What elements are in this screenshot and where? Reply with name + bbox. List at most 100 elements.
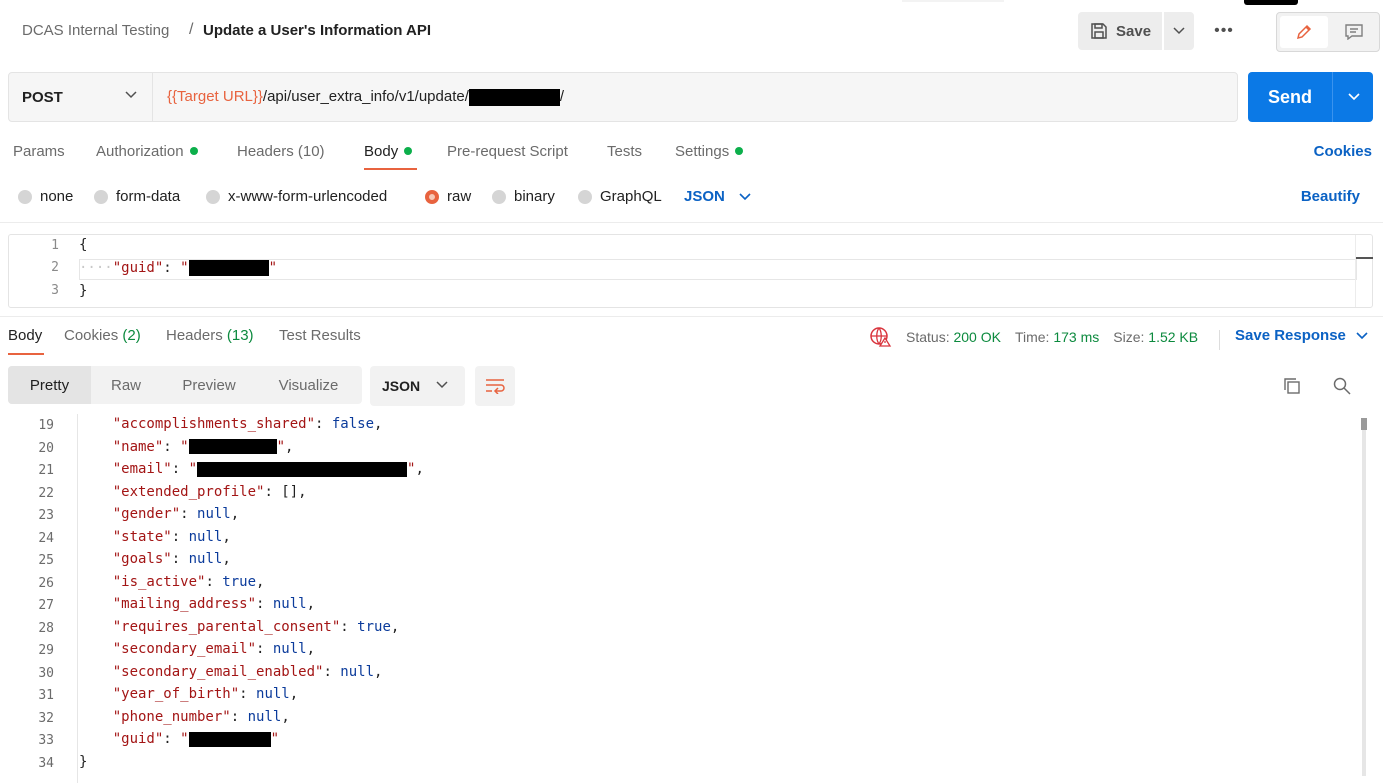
code-line: "guid": " " — [79, 731, 279, 747]
time-label: Time: — [1014, 329, 1050, 345]
line-number: 29 — [38, 643, 54, 658]
response-format-select[interactable]: JSON — [370, 366, 465, 406]
more-actions-button[interactable]: ••• — [1206, 12, 1242, 50]
tab-params[interactable]: Params — [13, 143, 65, 160]
line-number: 32 — [38, 710, 54, 726]
editor-scrollbar[interactable] — [1355, 235, 1373, 307]
status-dot — [189, 147, 198, 156]
method-select[interactable]: POST — [9, 73, 153, 121]
status-value[interactable]: 200 OK — [953, 329, 1000, 345]
response-tab-test-results[interactable]: Test Results — [279, 327, 361, 344]
active-tab-indicator — [364, 168, 417, 170]
response-scrollbar[interactable] — [1357, 414, 1371, 783]
brace: } — [79, 283, 88, 299]
closing-brace: } — [79, 753, 88, 770]
json-string-close: " — [268, 260, 278, 276]
line-number: 20 — [38, 440, 54, 456]
body-language-select[interactable]: JSON — [684, 188, 751, 205]
time-value[interactable]: 173 ms — [1053, 329, 1099, 345]
code-line: "accomplishments_shared": false, — [79, 416, 383, 432]
response-tabs: Body Cookies (2) Headers (13) Test Resul… — [0, 322, 1383, 356]
json-value: [] — [281, 483, 299, 500]
radio-graphql[interactable]: GraphQL — [578, 188, 662, 205]
request-body-editor[interactable]: 1 2 3 { ····"guid": " " } — [8, 234, 1373, 308]
request-tabs: Params Authorization Headers (10) Body P… — [0, 138, 1383, 174]
colon: : — [239, 686, 257, 702]
json-string-open: " — [180, 731, 189, 747]
tab-label: Pre-request Script — [447, 143, 568, 160]
radio-none[interactable]: none — [18, 188, 73, 205]
json-string-close: " — [270, 731, 280, 747]
save-icon — [1091, 23, 1107, 39]
tab-body[interactable]: Body — [364, 143, 413, 160]
response-meta: Status: 200 OK Time: 173 ms Size: 1.52 K… — [870, 327, 1198, 347]
format-label: JSON — [382, 378, 421, 394]
request-title[interactable]: Update a User's Information API — [203, 22, 431, 39]
radio-label: form-data — [116, 188, 181, 205]
wrap-lines-button[interactable] — [475, 366, 515, 406]
radio-x-www-form-urlencoded[interactable]: x-www-form-urlencoded — [206, 188, 387, 205]
send-button[interactable]: Send — [1248, 72, 1332, 122]
tab-tests[interactable]: Tests — [607, 143, 642, 160]
url-path: /api/user_extra_info/v1/update/ — [262, 88, 469, 105]
line-number: 2 — [51, 260, 59, 275]
radio-form-data[interactable]: form-data — [94, 188, 180, 205]
view-pretty[interactable]: Pretty — [8, 366, 91, 404]
breadcrumb-collection[interactable]: DCAS Internal Testing — [22, 22, 169, 39]
code-line: "is_active": true, — [79, 574, 265, 590]
send-divider — [1332, 72, 1333, 122]
code-line: "state": null, — [79, 529, 231, 545]
tab-headers[interactable]: Headers (10) — [237, 143, 325, 160]
code-line: } — [79, 283, 87, 299]
view-raw[interactable]: Raw — [91, 366, 161, 404]
radio-circle — [492, 189, 506, 204]
redacted-tab — [1244, 0, 1298, 5]
comma: , — [289, 686, 299, 702]
response-tab-headers[interactable]: Headers (13) — [166, 327, 254, 344]
view-visualize[interactable]: Visualize — [257, 366, 360, 404]
edit-mode-button[interactable] — [1280, 16, 1328, 48]
tab-label: Settings — [675, 143, 730, 160]
radio-label: raw — [447, 188, 472, 205]
code-line: "requires_parental_consent": true, — [79, 619, 400, 635]
radio-binary[interactable]: binary — [492, 188, 555, 205]
radio-circle — [94, 189, 108, 204]
copy-button[interactable] — [1280, 374, 1304, 398]
comma: , — [306, 641, 316, 657]
tab-pre-request-script[interactable]: Pre-request Script — [447, 143, 568, 160]
colon: : — [256, 641, 273, 657]
response-body-viewer[interactable]: 19 "accomplishments_shared": false, 20 "n… — [0, 414, 1383, 783]
response-tab-cookies[interactable]: Cookies (2) — [64, 327, 141, 344]
search-button[interactable] — [1330, 374, 1354, 398]
url-input[interactable]: {{Target URL}}/api/user_extra_info/v1/up… — [167, 88, 564, 106]
colon: : — [171, 528, 189, 545]
line-number: 24 — [38, 530, 54, 546]
cookies-link[interactable]: Cookies — [1314, 143, 1372, 160]
response-tab-body[interactable]: Body — [8, 327, 42, 344]
save-options-button[interactable] — [1164, 12, 1194, 50]
line-number: 21 — [38, 463, 54, 478]
view-preview[interactable]: Preview — [161, 366, 257, 404]
globe-warning-icon[interactable] — [870, 327, 892, 347]
save-button[interactable]: Save — [1078, 12, 1162, 50]
response-view-modes: Pretty Raw Preview Visualize — [8, 366, 362, 404]
line-number: 27 — [38, 598, 54, 613]
radio-raw[interactable]: raw — [425, 188, 471, 205]
size-value[interactable]: 1.52 KB — [1148, 329, 1198, 345]
breadcrumb-separator: / — [189, 21, 194, 38]
code-line: "mailing_address": null, — [79, 596, 315, 612]
comments-button[interactable] — [1331, 16, 1377, 48]
tab-settings[interactable]: Settings — [675, 143, 744, 160]
radio-label: x-www-form-urlencoded — [228, 188, 388, 205]
scroll-thumb[interactable] — [1361, 418, 1367, 430]
send-options-button[interactable] — [1334, 72, 1373, 122]
code-line: "goals": null, — [79, 551, 231, 567]
tab-authorization[interactable]: Authorization — [96, 143, 198, 160]
code-line: "name": " ", — [79, 439, 294, 455]
save-response-button[interactable]: Save Response — [1235, 327, 1368, 344]
beautify-button[interactable]: Beautify — [1301, 188, 1360, 205]
code-line: { — [79, 237, 87, 253]
json-key: "gender" — [112, 506, 181, 522]
